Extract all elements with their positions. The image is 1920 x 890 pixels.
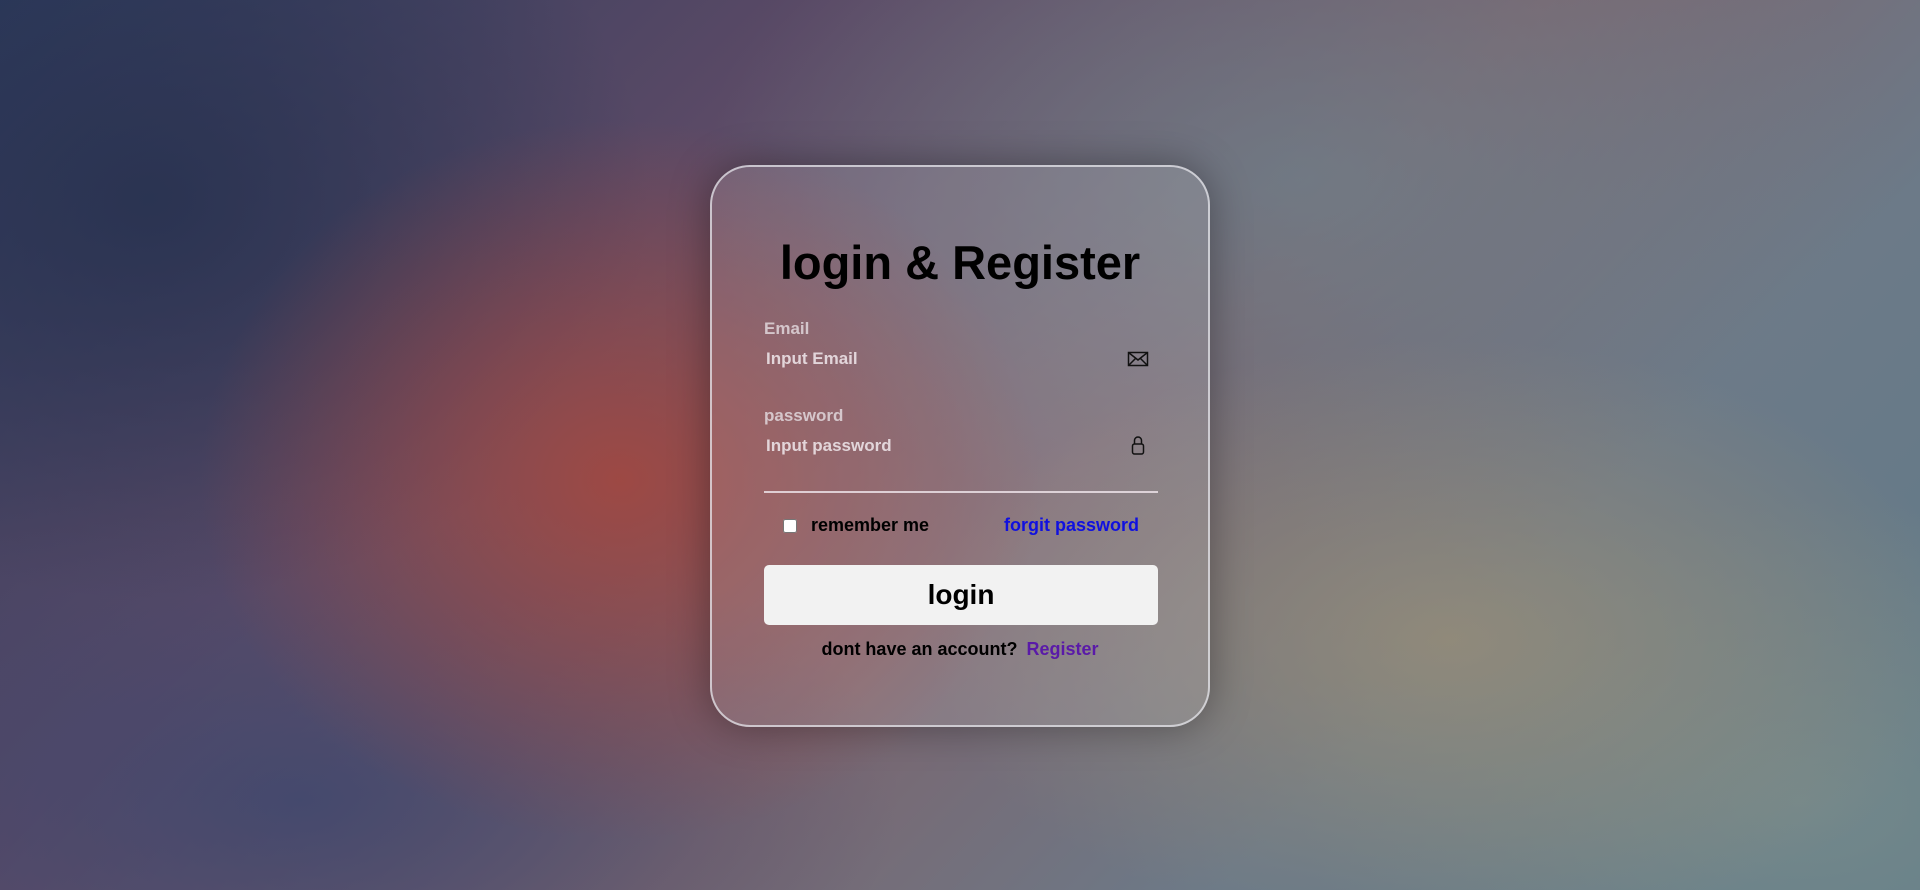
password-label: password bbox=[764, 406, 844, 425]
lock-icon bbox=[1126, 433, 1150, 457]
forgot-password-link[interactable]: forgit password bbox=[1004, 515, 1139, 536]
register-prompt: dont have an account? Register bbox=[712, 639, 1208, 660]
register-link[interactable]: Register bbox=[1027, 639, 1099, 659]
password-field[interactable] bbox=[764, 432, 1114, 460]
email-field[interactable] bbox=[764, 345, 1114, 373]
page-title: login & Register bbox=[779, 236, 1141, 289]
email-label: Email bbox=[764, 319, 810, 338]
login-button[interactable]: login bbox=[764, 565, 1158, 625]
remember-me-label: remember me bbox=[811, 515, 930, 535]
mail-icon bbox=[1126, 347, 1150, 371]
login-card: login & Register Email password remember… bbox=[710, 165, 1210, 727]
register-prompt-text: dont have an account? bbox=[821, 639, 1018, 659]
remember-me[interactable]: remember me bbox=[783, 515, 929, 536]
remember-me-checkbox[interactable] bbox=[783, 518, 797, 533]
divider bbox=[764, 491, 1158, 493]
